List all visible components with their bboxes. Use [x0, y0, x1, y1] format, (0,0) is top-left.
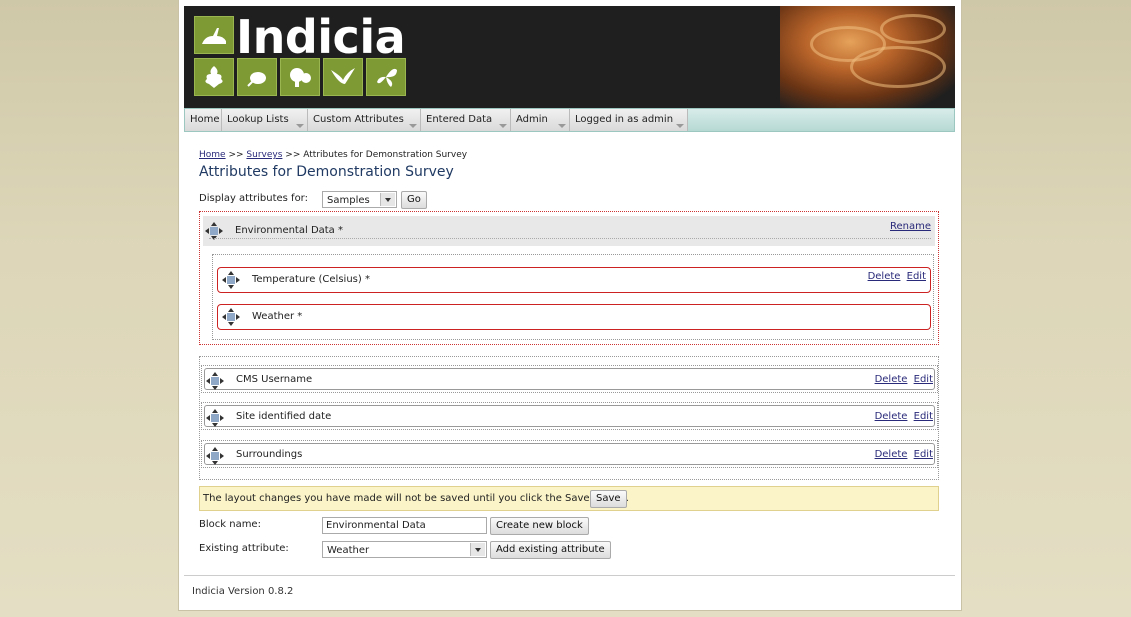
attribute-block: Environmental Data * Rename Temperature … [199, 211, 939, 345]
dropdown-arrow-icon [296, 124, 304, 128]
attribute-row-temperature: Temperature (Celsius) * Delete Edit [217, 267, 931, 293]
move-handle-icon[interactable] [206, 447, 224, 465]
delete-link[interactable]: Delete [875, 449, 908, 460]
unsaved-changes-notice: The layout changes you have made will no… [199, 486, 939, 511]
menu-lookup-lists[interactable]: Lookup Lists [222, 109, 308, 131]
display-for-value: Samples [327, 195, 370, 206]
attribute-row-surroundings: Surroundings Delete Edit [201, 440, 938, 468]
menu-logged-in[interactable]: Logged in as admin [570, 109, 688, 131]
version-text: Indicia Version 0.8.2 [192, 586, 294, 597]
move-handle-icon[interactable] [222, 271, 240, 289]
block-name-label: Block name: [199, 519, 261, 530]
save-button[interactable]: Save [590, 490, 627, 508]
breadcrumb-surveys-link[interactable]: Surveys [246, 150, 282, 160]
display-for-label: Display attributes for: [199, 193, 308, 204]
block-header: Environmental Data * Rename [203, 216, 935, 246]
attribute-row-weather: Weather * [217, 304, 931, 330]
existing-attribute-select[interactable]: Weather [322, 541, 487, 558]
attribute-actions: Delete Edit [872, 374, 933, 385]
notice-text: The layout changes you have made will no… [203, 493, 629, 504]
page-title: Attributes for Demonstration Survey [199, 164, 454, 180]
butterfly-icon [366, 58, 406, 96]
breadcrumb: Home >> Surveys >> Attributes for Demons… [199, 150, 467, 160]
rename-link[interactable]: Rename [890, 221, 931, 232]
create-new-block-button[interactable]: Create new block [490, 517, 589, 535]
breadcrumb-current: Attributes for Demonstration Survey [303, 150, 468, 160]
block-divider [209, 238, 931, 239]
dropdown-arrow-icon [499, 124, 507, 128]
delete-link[interactable]: Delete [875, 374, 908, 385]
beetle-icon [237, 58, 277, 96]
menu-home[interactable]: Home [185, 109, 222, 131]
go-button[interactable]: Go [401, 191, 427, 209]
edit-link[interactable]: Edit [914, 411, 933, 422]
add-existing-attribute-button[interactable]: Add existing attribute [490, 541, 611, 559]
attribute-actions: Delete Edit [872, 449, 933, 460]
dropdown-arrow-icon [558, 124, 566, 128]
dropdown-arrow-icon [676, 124, 684, 128]
attribute-name: Weather * [252, 311, 303, 322]
attribute-name: Site identified date [236, 411, 332, 422]
chevron-down-icon [380, 193, 395, 206]
page-container: Indicia Home Lookup Lists Custom Attribu… [178, 0, 962, 611]
menu-admin[interactable]: Admin [511, 109, 570, 131]
chevron-down-icon [470, 543, 485, 556]
menu-custom-attributes[interactable]: Custom Attributes [308, 109, 421, 131]
move-handle-icon[interactable] [206, 409, 224, 427]
breadcrumb-separator: >> [285, 150, 301, 160]
attribute-actions: Delete Edit [872, 411, 933, 422]
move-handle-icon[interactable] [206, 372, 224, 390]
move-handle-icon[interactable] [222, 308, 240, 326]
delete-link[interactable]: Delete [868, 271, 901, 282]
edit-link[interactable]: Edit [907, 271, 926, 282]
dropdown-arrow-icon [409, 124, 417, 128]
logo-text: Indicia [236, 10, 406, 64]
footer-divider [184, 575, 955, 576]
existing-attribute-value: Weather [327, 545, 370, 556]
block-name: Environmental Data * [235, 225, 343, 236]
edit-link[interactable]: Edit [914, 449, 933, 460]
breadcrumb-home-link[interactable]: Home [199, 150, 226, 160]
swallow-icon [323, 58, 363, 96]
attribute-row-site-identified-date: Site identified date Delete Edit [201, 402, 938, 430]
mushroom-icon [280, 58, 320, 96]
block-attribute-list: Temperature (Celsius) * Delete Edit Weat… [212, 254, 934, 340]
main-menu: Home Lookup Lists Custom Attributes Ente… [184, 108, 955, 132]
block-name-input[interactable]: Environmental Data [322, 517, 487, 534]
attribute-name: CMS Username [236, 374, 313, 385]
existing-attribute-label: Existing attribute: [199, 543, 289, 554]
delete-link[interactable]: Delete [875, 411, 908, 422]
site-header: Indicia [184, 6, 955, 108]
display-for-select[interactable]: Samples [322, 191, 397, 208]
attribute-row-cms-username: CMS Username Delete Edit [201, 365, 938, 393]
breadcrumb-separator: >> [228, 150, 244, 160]
menu-entered-data[interactable]: Entered Data [421, 109, 511, 131]
hare-icon [194, 16, 234, 54]
attribute-actions: Delete Edit [865, 271, 926, 282]
attribute-name: Temperature (Celsius) * [252, 274, 370, 285]
oak-leaf-icon [194, 58, 234, 96]
fungus-photo [780, 6, 955, 108]
attribute-name: Surroundings [236, 449, 303, 460]
edit-link[interactable]: Edit [914, 374, 933, 385]
